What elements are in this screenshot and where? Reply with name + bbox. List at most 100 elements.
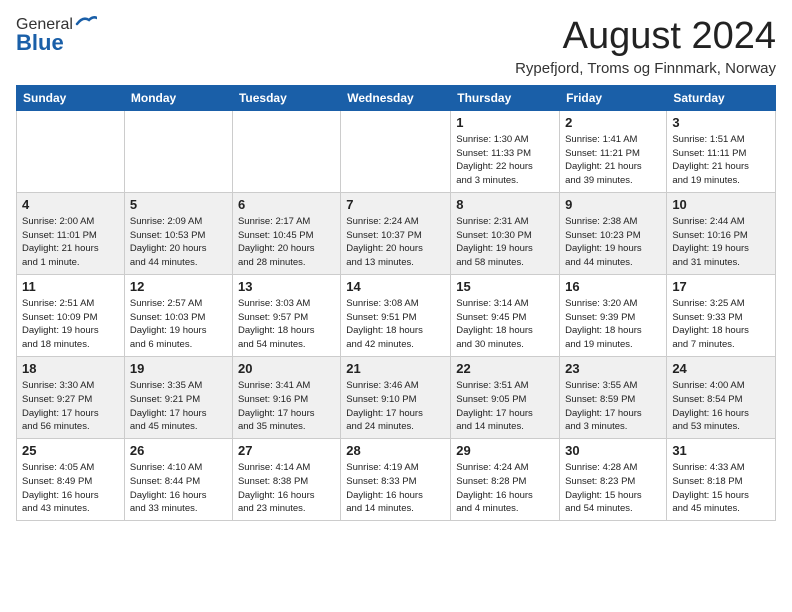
day-info: Sunrise: 3:46 AM Sunset: 9:10 PM Dayligh… xyxy=(346,379,445,434)
weekday-header-row: SundayMondayTuesdayWednesdayThursdayFrid… xyxy=(17,85,776,110)
day-info: Sunrise: 2:44 AM Sunset: 10:16 PM Daylig… xyxy=(672,215,770,270)
day-info: Sunrise: 4:05 AM Sunset: 8:49 PM Dayligh… xyxy=(22,461,119,516)
day-number: 23 xyxy=(565,361,661,376)
calendar-cell: 15 Sunrise: 3:14 AM Sunset: 9:45 PM Dayli… xyxy=(451,274,560,356)
day-info: Sunrise: 2:31 AM Sunset: 10:30 PM Daylig… xyxy=(456,215,554,270)
day-number: 29 xyxy=(456,443,554,458)
day-number: 17 xyxy=(672,279,770,294)
day-number: 31 xyxy=(672,443,770,458)
calendar-cell: 13 Sunrise: 3:03 AM Sunset: 9:57 PM Dayli… xyxy=(232,274,340,356)
day-info: Sunrise: 2:57 AM Sunset: 10:03 PM Daylig… xyxy=(130,297,227,352)
day-info: Sunrise: 2:00 AM Sunset: 11:01 PM Daylig… xyxy=(22,215,119,270)
logo: General Blue xyxy=(16,16,97,56)
calendar-cell: 1 Sunrise: 1:30 AM Sunset: 11:33 PM Dayli… xyxy=(451,110,560,192)
day-number: 5 xyxy=(130,197,227,212)
day-info: Sunrise: 1:51 AM Sunset: 11:11 PM Daylig… xyxy=(672,133,770,188)
calendar-cell: 26 Sunrise: 4:10 AM Sunset: 8:44 PM Dayli… xyxy=(124,439,232,521)
day-number: 14 xyxy=(346,279,445,294)
day-info: Sunrise: 4:33 AM Sunset: 8:18 PM Dayligh… xyxy=(672,461,770,516)
day-number: 22 xyxy=(456,361,554,376)
calendar-cell: 18Sunrise: 3:30 AM Sunset: 9:27 PM Dayli… xyxy=(17,356,125,438)
day-number: 18 xyxy=(22,361,119,376)
calendar-cell: 19Sunrise: 3:35 AM Sunset: 9:21 PM Dayli… xyxy=(124,356,232,438)
title-block: August 2024 Rypefjord, Troms og Finnmark… xyxy=(515,16,776,77)
day-info: Sunrise: 3:14 AM Sunset: 9:45 PM Dayligh… xyxy=(456,297,554,352)
calendar-cell: 8 Sunrise: 2:31 AM Sunset: 10:30 PM Dayli… xyxy=(451,192,560,274)
calendar-body: 1 Sunrise: 1:30 AM Sunset: 11:33 PM Dayli… xyxy=(17,110,776,520)
calendar-cell: 4 Sunrise: 2:00 AM Sunset: 11:01 PM Dayli… xyxy=(17,192,125,274)
day-number: 8 xyxy=(456,197,554,212)
calendar-cell: 16 Sunrise: 3:20 AM Sunset: 9:39 PM Dayli… xyxy=(560,274,667,356)
calendar-cell: 22 Sunrise: 3:51 AM Sunset: 9:05 PM Dayli… xyxy=(451,356,560,438)
calendar-cell xyxy=(124,110,232,192)
day-number: 16 xyxy=(565,279,661,294)
day-info: Sunrise: 4:10 AM Sunset: 8:44 PM Dayligh… xyxy=(130,461,227,516)
day-number: 2 xyxy=(565,115,661,130)
day-number: 1 xyxy=(456,115,554,130)
day-info: Sunrise: 2:09 AM Sunset: 10:53 PM Daylig… xyxy=(130,215,227,270)
page-header: General Blue August 2024 Rypefjord, Trom… xyxy=(16,16,776,77)
calendar-week-row: 25 Sunrise: 4:05 AM Sunset: 8:49 PM Dayli… xyxy=(17,439,776,521)
day-info: Sunrise: 3:20 AM Sunset: 9:39 PM Dayligh… xyxy=(565,297,661,352)
day-info: Sunrise: 2:38 AM Sunset: 10:23 PM Daylig… xyxy=(565,215,661,270)
logo-bird-icon xyxy=(75,14,97,32)
day-number: 27 xyxy=(238,443,335,458)
day-info: Sunrise: 3:08 AM Sunset: 9:51 PM Dayligh… xyxy=(346,297,445,352)
day-number: 7 xyxy=(346,197,445,212)
day-info: Sunrise: 4:00 AM Sunset: 8:54 PM Dayligh… xyxy=(672,379,770,434)
calendar-cell: 14 Sunrise: 3:08 AM Sunset: 9:51 PM Dayli… xyxy=(341,274,451,356)
day-number: 24 xyxy=(672,361,770,376)
weekday-header-monday: Monday xyxy=(124,85,232,110)
calendar-cell: 12 Sunrise: 2:57 AM Sunset: 10:03 PM Dayl… xyxy=(124,274,232,356)
calendar-week-row: 4 Sunrise: 2:00 AM Sunset: 11:01 PM Dayli… xyxy=(17,192,776,274)
day-info: Sunrise: 3:41 AM Sunset: 9:16 PM Dayligh… xyxy=(238,379,335,434)
day-number: 19 xyxy=(130,361,227,376)
calendar-cell: 24 Sunrise: 4:00 AM Sunset: 8:54 PM Dayli… xyxy=(667,356,776,438)
calendar-cell: 29Sunrise: 4:24 AM Sunset: 8:28 PM Dayli… xyxy=(451,439,560,521)
calendar-cell: 3Sunrise: 1:51 AM Sunset: 11:11 PM Dayli… xyxy=(667,110,776,192)
calendar-cell: 27Sunrise: 4:14 AM Sunset: 8:38 PM Dayli… xyxy=(232,439,340,521)
calendar-cell xyxy=(17,110,125,192)
day-info: Sunrise: 3:25 AM Sunset: 9:33 PM Dayligh… xyxy=(672,297,770,352)
weekday-header-friday: Friday xyxy=(560,85,667,110)
day-number: 12 xyxy=(130,279,227,294)
day-info: Sunrise: 3:55 AM Sunset: 8:59 PM Dayligh… xyxy=(565,379,661,434)
day-info: Sunrise: 1:30 AM Sunset: 11:33 PM Daylig… xyxy=(456,133,554,188)
calendar-cell: 31 Sunrise: 4:33 AM Sunset: 8:18 PM Dayli… xyxy=(667,439,776,521)
month-title: August 2024 xyxy=(515,16,776,58)
calendar-cell xyxy=(341,110,451,192)
day-info: Sunrise: 3:03 AM Sunset: 9:57 PM Dayligh… xyxy=(238,297,335,352)
day-number: 6 xyxy=(238,197,335,212)
weekday-header-tuesday: Tuesday xyxy=(232,85,340,110)
day-info: Sunrise: 3:51 AM Sunset: 9:05 PM Dayligh… xyxy=(456,379,554,434)
calendar-cell: 5 Sunrise: 2:09 AM Sunset: 10:53 PM Dayli… xyxy=(124,192,232,274)
weekday-header-wednesday: Wednesday xyxy=(341,85,451,110)
calendar-cell: 10 Sunrise: 2:44 AM Sunset: 10:16 PM Dayl… xyxy=(667,192,776,274)
calendar-cell: 9 Sunrise: 2:38 AM Sunset: 10:23 PM Dayli… xyxy=(560,192,667,274)
calendar-cell: 17 Sunrise: 3:25 AM Sunset: 9:33 PM Dayli… xyxy=(667,274,776,356)
day-number: 10 xyxy=(672,197,770,212)
calendar-cell: 20 Sunrise: 3:41 AM Sunset: 9:16 PM Dayli… xyxy=(232,356,340,438)
calendar-cell: 11Sunrise: 2:51 AM Sunset: 10:09 PM Dayl… xyxy=(17,274,125,356)
calendar-cell: 6Sunrise: 2:17 AM Sunset: 10:45 PM Dayli… xyxy=(232,192,340,274)
calendar-table: SundayMondayTuesdayWednesdayThursdayFrid… xyxy=(16,85,776,521)
day-number: 25 xyxy=(22,443,119,458)
calendar-cell: 7Sunrise: 2:24 AM Sunset: 10:37 PM Dayli… xyxy=(341,192,451,274)
calendar-week-row: 1 Sunrise: 1:30 AM Sunset: 11:33 PM Dayli… xyxy=(17,110,776,192)
weekday-header-sunday: Sunday xyxy=(17,85,125,110)
day-number: 15 xyxy=(456,279,554,294)
location-subtitle: Rypefjord, Troms og Finnmark, Norway xyxy=(515,60,776,77)
calendar-header: SundayMondayTuesdayWednesdayThursdayFrid… xyxy=(17,85,776,110)
day-number: 30 xyxy=(565,443,661,458)
day-number: 9 xyxy=(565,197,661,212)
calendar-cell: 28Sunrise: 4:19 AM Sunset: 8:33 PM Dayli… xyxy=(341,439,451,521)
calendar-cell: 23 Sunrise: 3:55 AM Sunset: 8:59 PM Dayli… xyxy=(560,356,667,438)
calendar-cell: 2Sunrise: 1:41 AM Sunset: 11:21 PM Dayli… xyxy=(560,110,667,192)
day-number: 20 xyxy=(238,361,335,376)
day-number: 26 xyxy=(130,443,227,458)
day-number: 4 xyxy=(22,197,119,212)
day-number: 28 xyxy=(346,443,445,458)
calendar-week-row: 18Sunrise: 3:30 AM Sunset: 9:27 PM Dayli… xyxy=(17,356,776,438)
day-number: 13 xyxy=(238,279,335,294)
logo-blue-text: Blue xyxy=(16,30,64,56)
